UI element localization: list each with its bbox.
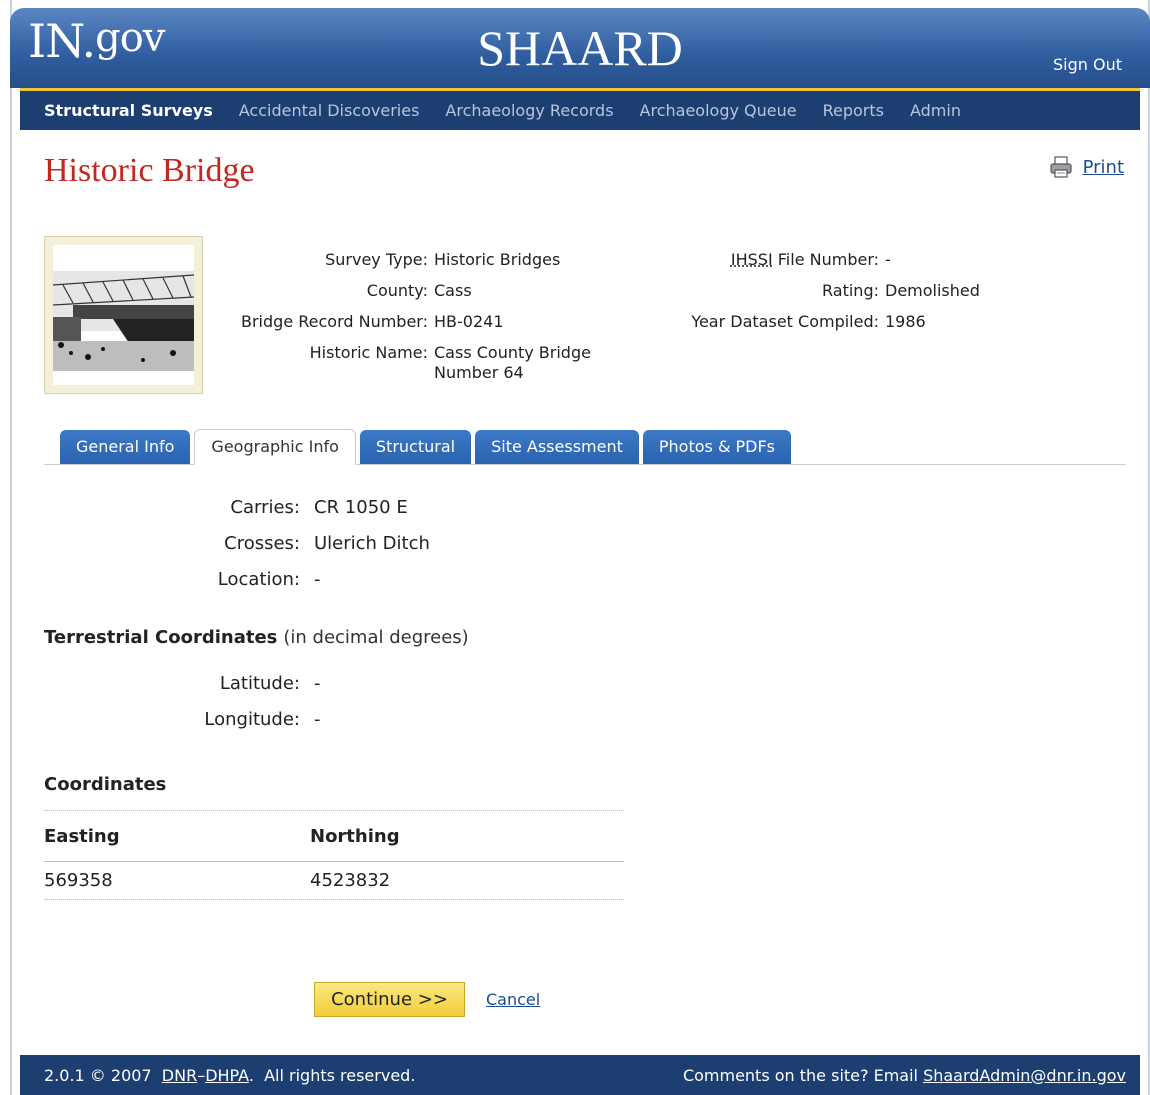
rating-value: Demolished [885, 281, 980, 300]
print-link[interactable]: Print [1083, 157, 1124, 178]
geo-fields: Carries: CR 1050 E Crosses: Ulerich Ditc… [44, 490, 430, 598]
app-title: SHAARD [477, 20, 683, 76]
coordinates-header-row: Easting Northing [44, 810, 624, 862]
footer-version: 2.0.1 © 2007 [44, 1065, 152, 1085]
tab-structural[interactable]: Structural [359, 430, 472, 464]
location-row: Location: - [44, 562, 430, 598]
latitude-value: - [314, 673, 321, 694]
nav-admin[interactable]: Admin [910, 101, 961, 120]
tab-site-assessment[interactable]: Site Assessment [475, 430, 639, 464]
survey-type-label: Survey Type: [325, 250, 428, 269]
tab-general-info[interactable]: General Info [60, 430, 191, 464]
easting-header: Easting [44, 825, 120, 847]
cancel-link[interactable]: Cancel [486, 990, 540, 1009]
easting-value: 569358 [44, 870, 113, 891]
dnr-link[interactable]: DNR [162, 1066, 197, 1085]
page-title: Historic Bridge [44, 152, 255, 189]
ihssi-value: - [885, 250, 891, 269]
admin-email-link[interactable]: ShaardAdmin@dnr.in.gov [923, 1066, 1126, 1085]
carries-row: Carries: CR 1050 E [44, 490, 430, 526]
tab-geographic-info[interactable]: Geographic Info [194, 429, 356, 465]
bridge-photo-image [52, 245, 195, 385]
crosses-label: Crosses: [224, 533, 300, 554]
tab-photos-pdfs[interactable]: Photos & PDFs [642, 430, 792, 464]
sign-out-link[interactable]: Sign Out [1053, 55, 1122, 74]
coordinates-table: Easting Northing 569358 4523832 [44, 810, 624, 900]
summary-left: Survey Type: Historic Bridges County: Ca… [210, 244, 628, 383]
coordinates-heading: Coordinates [44, 774, 167, 795]
ihssi-label: IHSSI File Number: [640, 244, 879, 275]
ihssi-row: IHSSI File Number: - [640, 244, 980, 275]
dhpa-link[interactable]: DHPA [205, 1066, 249, 1085]
county-row: County: Cass [210, 275, 628, 306]
nav-archaeology-queue[interactable]: Archaeology Queue [640, 101, 797, 120]
terrestrial-coordinates-heading: Terrestrial Coordinates (in decimal degre… [44, 627, 469, 648]
site-footer: 2.0.1 © 2007 DNR–DHPA. All rights reserv… [20, 1055, 1140, 1095]
survey-type-row: Survey Type: Historic Bridges [210, 244, 628, 275]
footer-rights: . All rights reserved. [248, 1065, 416, 1085]
location-value: - [314, 569, 321, 590]
nav-archaeology-records[interactable]: Archaeology Records [445, 101, 613, 120]
ihssi-abbr[interactable]: IHSSI [731, 250, 773, 269]
bridge-record-row: Bridge Record Number: HB-0241 [210, 306, 628, 337]
bridge-record-label: Bridge Record Number: [241, 312, 428, 331]
carries-label: Carries: [230, 497, 300, 518]
terrestrial-title: Terrestrial Coordinates [44, 627, 278, 648]
longitude-row: Longitude: - [44, 702, 321, 738]
summary-right: IHSSI File Number: - Rating: Demolished … [640, 244, 980, 337]
bridge-record-value: HB-0241 [434, 312, 504, 331]
year-row: Year Dataset Compiled: 1986 [640, 306, 980, 337]
rating-row: Rating: Demolished [640, 275, 980, 306]
crosses-row: Crosses: Ulerich Ditch [44, 526, 430, 562]
survey-type-value: Historic Bridges [434, 250, 561, 269]
longitude-label: Longitude: [204, 709, 300, 730]
table-row: 569358 4523832 [44, 862, 624, 900]
latitude-row: Latitude: - [44, 666, 321, 702]
location-label: Location: [217, 569, 300, 590]
ihssi-label-rest: File Number: [772, 250, 879, 269]
terrestrial-note: (in decimal degrees) [283, 627, 469, 648]
county-label: County: [366, 281, 428, 300]
nav-accidental-discoveries[interactable]: Accidental Discoveries [239, 101, 420, 120]
longitude-value: - [314, 709, 321, 730]
footer-dash: – [197, 1065, 206, 1085]
print-control[interactable]: Print [1049, 156, 1124, 178]
footer-copyright: 2.0.1 © 2007 DNR–DHPA. All rights reserv… [44, 1066, 415, 1085]
crosses-value: Ulerich Ditch [314, 533, 430, 554]
continue-button[interactable]: Continue >> [314, 982, 465, 1017]
main-nav: Structural Surveys Accidental Discoverie… [20, 88, 1140, 130]
county-value: Cass [434, 281, 472, 300]
footer-contact: Comments on the site? Email ShaardAdmin@… [683, 1066, 1126, 1085]
rating-label: Rating: [822, 281, 879, 300]
footer-comments-text: Comments on the site? Email [682, 1065, 924, 1085]
record-tabs: General Info Geographic Info Structural … [44, 429, 1126, 465]
northing-header: Northing [310, 825, 400, 847]
printer-icon[interactable] [1049, 156, 1073, 178]
historic-name-value: Cass County Bridge Number 64 [434, 343, 591, 382]
historic-name-row: Historic Name: Cass County Bridge Number… [210, 337, 628, 383]
northing-value: 4523832 [310, 870, 391, 891]
year-value: 1986 [885, 312, 926, 331]
lat-long-fields: Latitude: - Longitude: - [44, 666, 321, 738]
nav-reports[interactable]: Reports [823, 101, 884, 120]
carries-value: CR 1050 E [314, 497, 408, 518]
bridge-photo-thumbnail[interactable] [44, 236, 203, 394]
nav-structural-surveys[interactable]: Structural Surveys [44, 101, 213, 120]
site-header: IN.gov SHAARD Sign Out [10, 8, 1150, 88]
historic-name-label: Historic Name: [309, 343, 428, 362]
latitude-label: Latitude: [219, 673, 300, 694]
year-label: Year Dataset Compiled: [691, 312, 879, 331]
